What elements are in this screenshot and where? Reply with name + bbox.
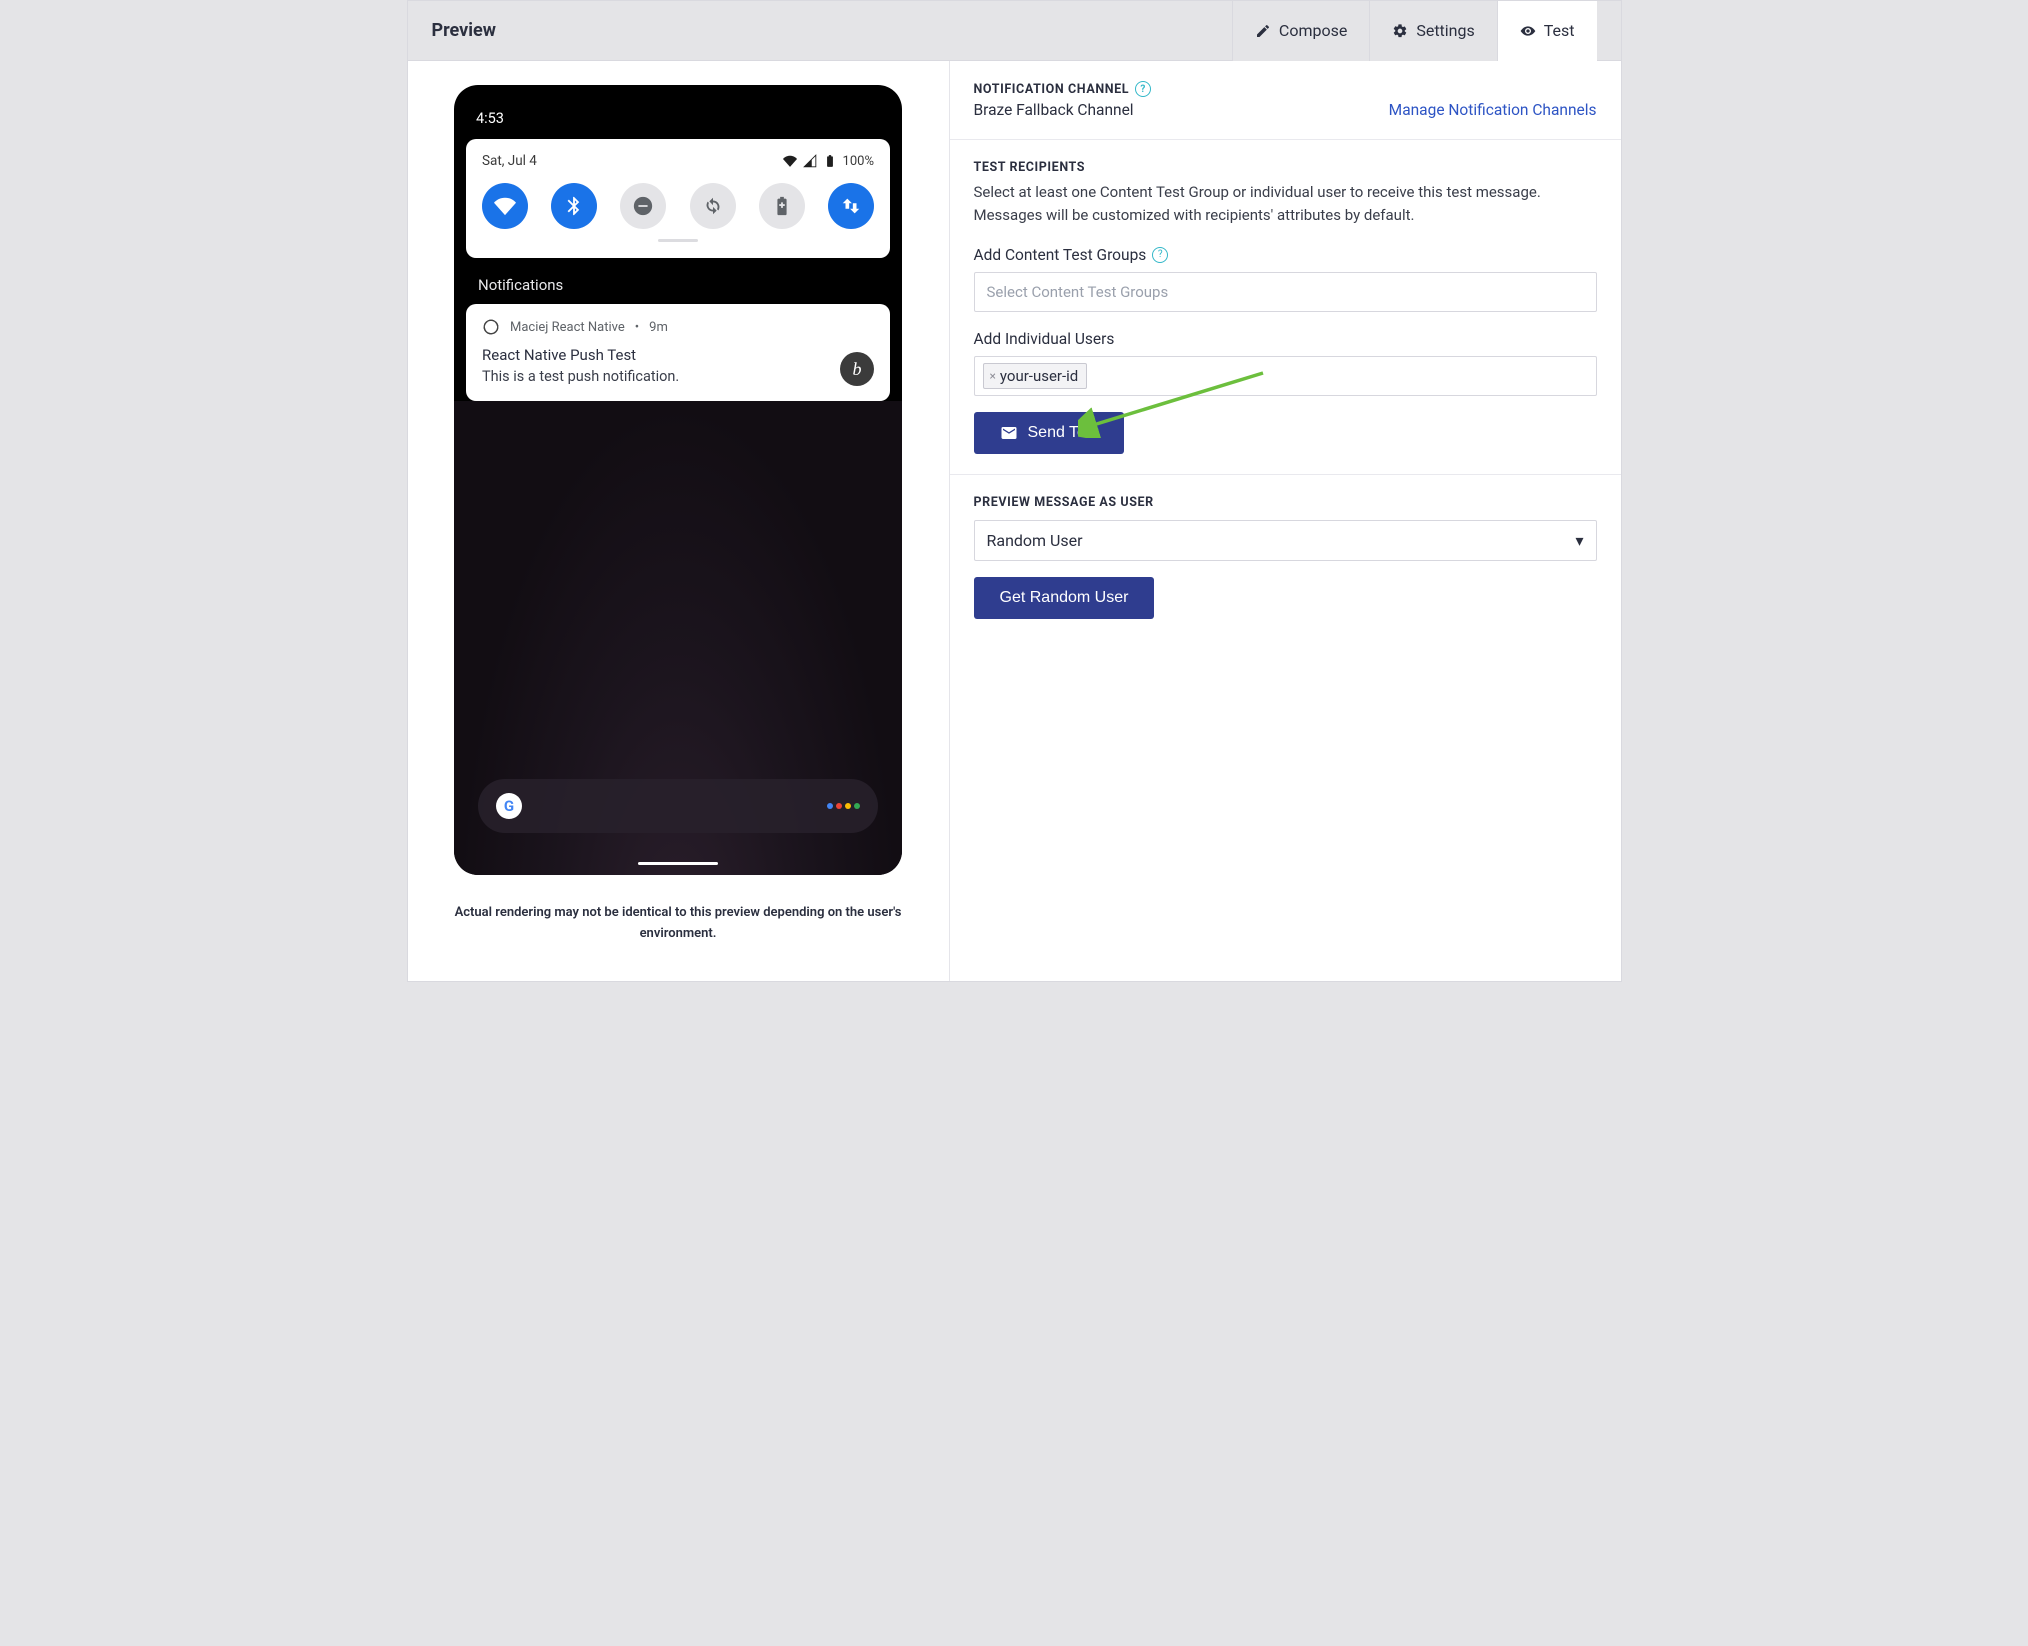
recipients-desc: Select at least one Content Test Group o… <box>974 175 1597 228</box>
app-icon <box>482 318 500 336</box>
avatar-letter: b <box>853 359 862 380</box>
user-chip-label: your-user-id <box>1000 367 1078 385</box>
status-icons: 100% <box>783 154 874 169</box>
search-pill[interactable]: G <box>478 779 878 833</box>
close-icon[interactable]: × <box>990 369 996 383</box>
phone-wallpaper: G <box>454 401 902 875</box>
app-root: Preview Compose Settings Test 4:53 <box>407 0 1622 982</box>
tab-compose[interactable]: Compose <box>1232 1 1369 61</box>
channel-label-row: NOTIFICATION CHANNEL ? <box>974 81 1597 97</box>
notification-title: React Native Push Test <box>482 346 874 364</box>
drag-handle[interactable] <box>658 239 698 242</box>
toggle-battery-saver[interactable] <box>759 183 805 229</box>
quick-settings-header: Sat, Jul 4 100% <box>482 153 874 169</box>
tab-label: Test <box>1544 21 1575 40</box>
notifications-heading: Notifications <box>454 258 902 304</box>
page-title: Preview <box>432 20 496 41</box>
avatar: b <box>840 352 874 386</box>
gear-icon <box>1392 23 1408 39</box>
get-random-user-label: Get Random User <box>1000 589 1129 607</box>
phone-status-bar: 4:53 <box>454 85 902 133</box>
help-icon[interactable]: ? <box>1152 247 1168 263</box>
help-icon[interactable]: ? <box>1135 81 1151 97</box>
preview-as-value: Random User <box>987 531 1083 550</box>
notification-text: This is a test push notification. <box>482 364 874 385</box>
toggle-wifi[interactable] <box>482 183 528 229</box>
battery-pct: 100% <box>843 154 874 169</box>
pencil-icon <box>1255 23 1271 39</box>
section-preview-as: PREVIEW MESSAGE AS USER Random User ▾ Ge… <box>950 475 1621 639</box>
google-icon: G <box>496 793 522 819</box>
toggle-bluetooth[interactable] <box>551 183 597 229</box>
tab-label: Compose <box>1279 21 1347 40</box>
config-column: NOTIFICATION CHANNEL ? Braze Fallback Ch… <box>950 61 1621 981</box>
users-label: Add Individual Users <box>974 312 1597 348</box>
toggle-dnd[interactable] <box>620 183 666 229</box>
notification-head: Maciej React Native • 9m <box>482 318 874 336</box>
phone-mock: 4:53 Sat, Jul 4 100% <box>454 85 902 875</box>
groups-input[interactable]: Select Content Test Groups <box>974 272 1597 312</box>
tab-settings[interactable]: Settings <box>1369 1 1496 61</box>
tabs: Compose Settings Test <box>1232 1 1597 61</box>
body: 4:53 Sat, Jul 4 100% <box>408 61 1621 981</box>
preview-caption: Actual rendering may not be identical to… <box>436 875 921 945</box>
quick-settings-card: Sat, Jul 4 100% <box>466 139 890 258</box>
notification-app-name: Maciej React Native <box>510 320 625 335</box>
channel-row: Braze Fallback Channel Manage Notificati… <box>974 97 1597 119</box>
tab-label: Settings <box>1416 21 1474 40</box>
groups-label-row: Add Content Test Groups ? <box>974 228 1597 264</box>
chevron-down-icon: ▾ <box>1575 531 1583 550</box>
assistant-icon <box>827 803 860 809</box>
users-input[interactable]: × your-user-id <box>974 356 1597 396</box>
section-channel: NOTIFICATION CHANNEL ? Braze Fallback Ch… <box>950 61 1621 140</box>
preview-as-label: PREVIEW MESSAGE AS USER <box>974 495 1597 510</box>
quick-toggles <box>482 169 874 229</box>
channel-label: NOTIFICATION CHANNEL <box>974 82 1130 97</box>
battery-status-icon <box>823 154 837 168</box>
status-date: Sat, Jul 4 <box>482 153 537 169</box>
user-chip[interactable]: × your-user-id <box>983 363 1088 389</box>
tab-test[interactable]: Test <box>1497 1 1597 61</box>
preview-column: 4:53 Sat, Jul 4 100% <box>408 61 950 981</box>
recipients-label: TEST RECIPIENTS <box>974 160 1597 175</box>
notification-body: React Native Push Test This is a test pu… <box>482 336 874 385</box>
signal-status-icon <box>803 154 817 168</box>
channel-value: Braze Fallback Channel <box>974 101 1134 119</box>
envelope-icon <box>1000 424 1018 442</box>
manage-channels-link[interactable]: Manage Notification Channels <box>1389 101 1597 119</box>
send-test-label: Send Test <box>1028 424 1099 442</box>
wifi-status-icon <box>783 154 797 168</box>
groups-label: Add Content Test Groups <box>974 246 1147 264</box>
home-indicator[interactable] <box>638 862 718 865</box>
header-bar: Preview Compose Settings Test <box>408 1 1621 61</box>
eye-icon <box>1520 23 1536 39</box>
section-recipients: TEST RECIPIENTS Select at least one Cont… <box>950 140 1621 475</box>
toggle-data[interactable] <box>828 183 874 229</box>
toggle-autorotate[interactable] <box>690 183 736 229</box>
bullet: • <box>635 320 639 335</box>
notification-time: 9m <box>649 320 668 335</box>
send-test-button[interactable]: Send Test <box>974 412 1125 454</box>
notification-card[interactable]: Maciej React Native • 9m React Native Pu… <box>466 304 890 401</box>
get-random-user-button[interactable]: Get Random User <box>974 577 1155 619</box>
preview-as-select[interactable]: Random User ▾ <box>974 520 1597 561</box>
status-time: 4:53 <box>476 110 504 127</box>
